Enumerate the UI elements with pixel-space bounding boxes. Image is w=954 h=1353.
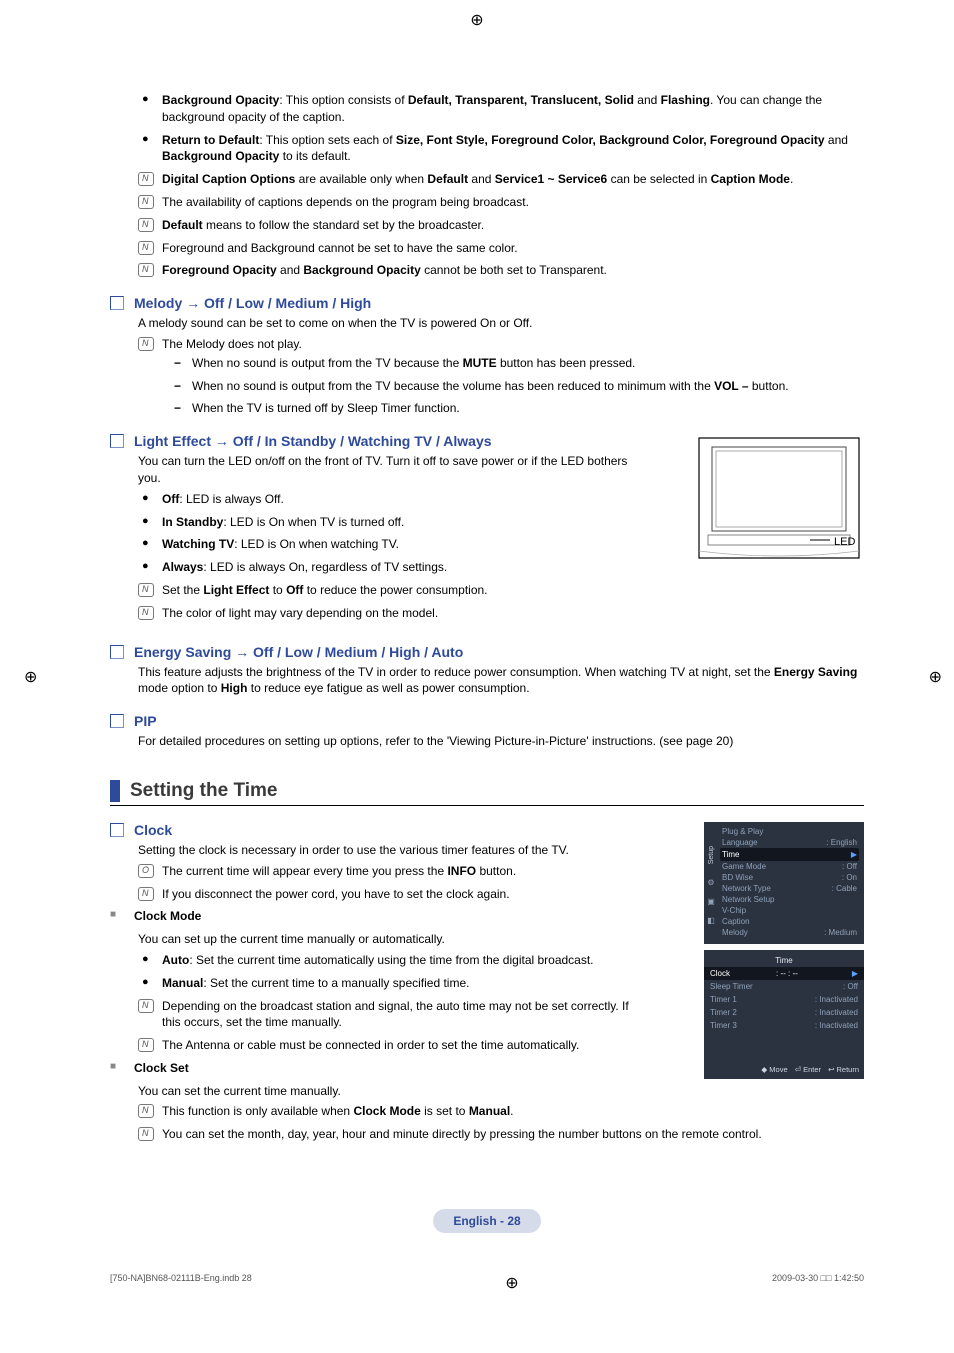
clock-mode-heading: Clock Mode (110, 908, 864, 925)
menu-row: Timer 3: Inactivated (704, 1019, 864, 1032)
note-item: If you disconnect the power cord, you ha… (138, 886, 864, 903)
light-effect-title: Light Effect → Off / In Standby / Watchi… (134, 433, 492, 449)
clock-mode-notes: Depending on the broadcast station and s… (138, 998, 648, 1054)
section-marker-icon (110, 714, 124, 728)
list-item: Auto: Set the current time automatically… (138, 952, 864, 969)
clock-heading: Clock (110, 822, 689, 838)
menu-row: Plug & Play (720, 826, 859, 837)
energy-saving-title: Energy Saving → Off / Low / Medium / Hig… (134, 644, 463, 660)
section-bar-icon (110, 780, 120, 802)
pip-title: PIP (134, 713, 157, 729)
dash-item: When the TV is turned off by Sleep Timer… (168, 400, 864, 417)
menu-row: Time▶ (720, 848, 859, 861)
registration-mark-top: ⊕ (470, 10, 483, 30)
print-metadata: [750-NA]BN68-02111B-Eng.indb 28 ⊕ 2009-0… (110, 1273, 864, 1293)
list-item: Background Opacity: This option consists… (138, 92, 864, 126)
note-item: Digital Caption Options are available on… (138, 171, 864, 188)
section-marker-icon (110, 645, 124, 659)
page-footer: English - 28 (110, 1209, 864, 1233)
setup-menu-panel: Setup ⚙ ▣ ◧ Plug & PlayLanguageEnglishTi… (704, 822, 864, 944)
melody-title: Melody → Off / Low / Medium / High (134, 295, 371, 311)
note-item: The current time will appear every time … (138, 863, 864, 880)
note-item: Foreground Opacity and Background Opacit… (138, 262, 864, 279)
menu-row: Timer 1: Inactivated (704, 993, 864, 1006)
list-item: Off: LED is always Off. (138, 491, 864, 508)
page-number-pill: English - 28 (433, 1209, 540, 1233)
note-item: Depending on the broadcast station and s… (138, 998, 648, 1032)
melody-heading: Melody → Off / Low / Medium / High (110, 295, 864, 311)
dash-item: When no sound is output from the TV beca… (168, 355, 864, 372)
note-item: Foreground and Background cannot be set … (138, 240, 864, 257)
menu-row: MelodyMedium (720, 927, 859, 938)
note-item: The Antenna or cable must be connected i… (138, 1037, 648, 1054)
light-effect-notes: Set the Light Effect to Off to reduce th… (138, 582, 864, 622)
note-item: You can set the month, day, year, hour a… (138, 1126, 864, 1143)
clock-set-heading: Clock Set (110, 1060, 864, 1077)
energy-saving-body: This feature adjusts the brightness of t… (138, 664, 864, 698)
list-item: Manual: Set the current time to a manual… (138, 975, 864, 992)
pip-body: For detailed procedures on setting up op… (138, 733, 864, 750)
note-item: Default means to follow the standard set… (138, 217, 864, 234)
caption-notes-list: Digital Caption Options are available on… (138, 171, 864, 279)
melody-body: A melody sound can be set to come on whe… (138, 315, 864, 332)
list-item: Return to Default: This option sets each… (138, 132, 864, 166)
section-marker-icon (110, 296, 124, 310)
section-marker-icon (110, 823, 124, 837)
setting-time-title: Setting the Time (130, 780, 277, 802)
note-item: The Melody does not play. When no sound … (138, 336, 864, 417)
note-item: Set the Light Effect to Off to reduce th… (138, 582, 864, 599)
section-marker-icon (110, 434, 124, 448)
menu-row: Timer 2: Inactivated (704, 1006, 864, 1019)
list-item: Watching TV: LED is On when watching TV. (138, 536, 864, 553)
light-effect-body: You can turn the LED on/off on the front… (138, 453, 638, 487)
registration-mark-right: ⊕ (929, 667, 942, 687)
timestamp-meta: 2009-03-30 □□ 1:42:50 (772, 1273, 864, 1293)
list-item: In Standby: LED is On when TV is turned … (138, 514, 864, 531)
note-item: The color of light may vary depending on… (138, 605, 864, 622)
dash-item: When no sound is output from the TV beca… (168, 378, 864, 395)
note-item: This function is only available when Clo… (138, 1103, 864, 1120)
clock-set-notes: This function is only available when Clo… (138, 1103, 864, 1143)
setting-time-section-header: Setting the Time (110, 780, 864, 806)
light-effect-heading: Light Effect → Off / In Standby / Watchi… (110, 433, 684, 449)
melody-note: The Melody does not play. When no sound … (138, 336, 864, 417)
menu-row: LanguageEnglish (720, 837, 859, 848)
setup-side-label: Setup (708, 846, 715, 864)
clock-title: Clock (134, 822, 172, 838)
clock-note: If you disconnect the power cord, you ha… (138, 886, 864, 903)
clock-set-body: You can set the current time manually. (138, 1083, 864, 1100)
caption-options-list: Background Opacity: This option consists… (138, 92, 864, 165)
file-name-meta: [750-NA]BN68-02111B-Eng.indb 28 (110, 1273, 252, 1293)
registration-mark-left: ⊕ (24, 667, 37, 687)
energy-saving-heading: Energy Saving → Off / Low / Medium / Hig… (110, 644, 864, 660)
note-item: The availability of captions depends on … (138, 194, 864, 211)
clock-info-note: The current time will appear every time … (138, 863, 864, 880)
list-item: Always: LED is always On, regardless of … (138, 559, 864, 576)
pip-heading: PIP (110, 713, 864, 729)
